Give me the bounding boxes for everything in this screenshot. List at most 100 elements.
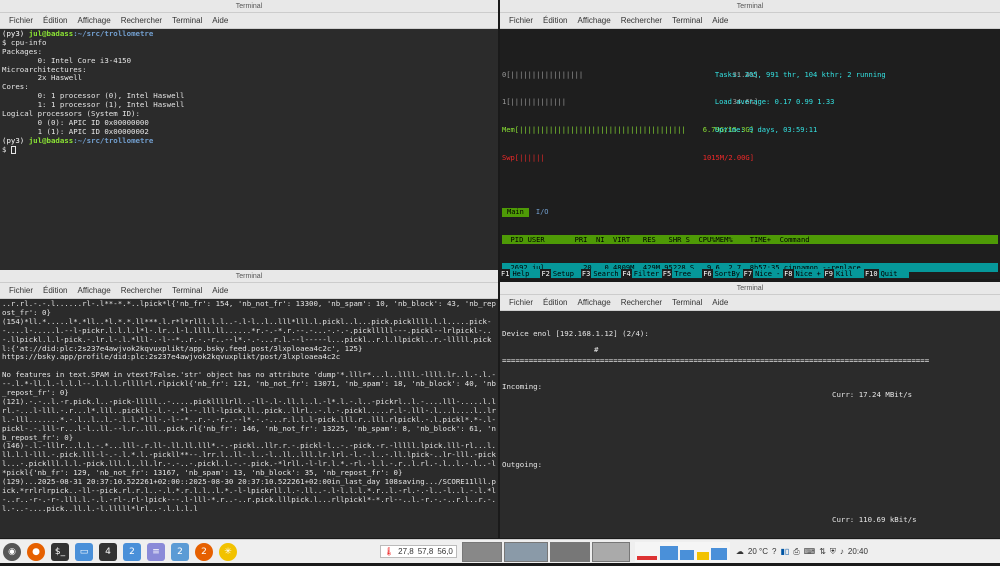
color-picker-icon[interactable]: ✳	[219, 542, 237, 561]
weather-icon[interactable]: ☁	[736, 547, 744, 556]
menu-item-2[interactable]: Affichage	[72, 286, 115, 295]
fkey-f3[interactable]: F3	[580, 268, 592, 278]
terminal-output[interactable]: ..r.rl.-.-.l......rl-.l**-*.*..lpick*l{'…	[0, 299, 498, 537]
terminal-line: Cores:	[2, 83, 29, 92]
clock[interactable]: 20:40	[848, 547, 868, 556]
fkey-label[interactable]: Tree	[672, 268, 703, 278]
fkey-f9[interactable]: F9	[823, 268, 834, 278]
volume-icon[interactable]: ♪	[840, 547, 844, 556]
swap-meter: Swp[|||||| 1015M/2.00G]	[502, 152, 754, 162]
tab-io[interactable]: I/O	[531, 208, 554, 217]
function-key-bar: F1 Help F2 Setup F3 Search F4 Filter F5 Tree F6 Sor…	[500, 268, 1000, 278]
terminal-line: (146)-.l.-lllr...l.l.-.*...lll-.r.ll-.ll…	[2, 441, 496, 478]
terminal-line: ..r.rl.-.-.l......rl-.l**-*.*..lpick*l{'…	[2, 299, 496, 317]
workspace-3[interactable]	[549, 541, 590, 562]
workspace-switcher[interactable]	[461, 541, 631, 562]
terminal-window-top-right[interactable]: Terminal Fichier Édition Affichage Recherch…	[500, 0, 1000, 279]
keyboard-layout-icon[interactable]: ▮▯	[780, 547, 789, 556]
htop-display[interactable]: 0[||||||||||||||||| 31.4%] Tasks: 205, 9…	[500, 29, 1000, 278]
load-info: Load average: 0.17 0.99 1.33	[714, 97, 835, 107]
fkey-label[interactable]: Help	[510, 268, 541, 278]
menu-item-5[interactable]: Aide	[207, 16, 233, 25]
fkey-label[interactable]: Nice +	[793, 268, 824, 278]
incoming-stats: Curr: 17.24 MBit/sAvg: 18.76 MBit/sMin: …	[832, 391, 917, 400]
fkey-f8[interactable]: F8	[783, 268, 794, 278]
fkey-f10[interactable]: F10	[863, 268, 879, 278]
terminal-icon[interactable]: $_	[51, 542, 69, 561]
terminal-line: Packages:	[2, 47, 43, 56]
menu-item-4[interactable]: Terminal	[167, 16, 207, 25]
menu-item-3[interactable]: Rechercher	[616, 298, 667, 307]
question-icon[interactable]: ?	[772, 547, 776, 556]
workspace-2[interactable]	[503, 541, 548, 562]
outgoing-stats: Curr: 110.69 kBit/sAvg: 166.48 kBit/sMin…	[832, 516, 917, 525]
fkey-label[interactable]: Setup	[550, 268, 581, 278]
workspace-value-1: 27,8	[398, 547, 414, 556]
process-table-header: PID USER PRI NI VIRT RES SHR S CPU%MEM% …	[502, 235, 998, 245]
menu-item-3[interactable]: Rechercher	[616, 16, 667, 25]
fkey-label[interactable]: Search	[591, 268, 622, 278]
fkey-f4[interactable]: F4	[621, 268, 632, 278]
menu-item-2[interactable]: Affichage	[72, 16, 115, 25]
fkey-label[interactable]: Kill	[833, 268, 864, 278]
terminal-line: 1: 1 processor (1), Intel Haswell	[2, 101, 185, 110]
firefox-icon[interactable]: ●	[27, 542, 45, 561]
document-icon[interactable]: 2	[171, 542, 189, 561]
menu-item-4[interactable]: Terminal	[667, 16, 707, 25]
menu-item-0[interactable]: Fichier	[4, 16, 38, 25]
menu-bar: Fichier Édition Affichage Rechercher Termina…	[500, 13, 1000, 29]
workspace-1[interactable]	[461, 541, 502, 562]
menu-bar: Fichier Édition Affichage Rechercher Termina…	[0, 283, 498, 299]
fkey-label[interactable]: Filter	[631, 268, 662, 278]
keyboard-icon[interactable]: ⌨	[804, 547, 816, 556]
menu-item-4[interactable]: Terminal	[667, 298, 707, 307]
menu-item-5[interactable]: Aide	[707, 298, 733, 307]
terminal-line: $ cpu-info	[2, 38, 47, 47]
menu-item-2[interactable]: Affichage	[572, 298, 615, 307]
terminal-line: Microarchitectures:	[2, 65, 87, 74]
terminal-line: $	[2, 145, 496, 155]
printer-icon[interactable]: ⎙	[793, 547, 799, 557]
terminal-window-top-left[interactable]: Terminal Fichier Édition Affichage Recherch…	[0, 0, 498, 270]
terminal-window-bottom-right[interactable]: Terminal Fichier Édition Affichage Recherch…	[500, 282, 1000, 538]
menu-item-1[interactable]: Édition	[538, 16, 572, 25]
fkey-f7[interactable]: F7	[742, 268, 754, 278]
text-editor-icon[interactable]: ≡	[147, 542, 165, 561]
workspace-4[interactable]	[591, 541, 630, 562]
folders-icon[interactable]: 2	[123, 542, 141, 561]
menu-item-0[interactable]: Fichier	[504, 16, 538, 25]
menu-icon[interactable]: ◉	[3, 542, 21, 561]
menu-item-5[interactable]: Aide	[207, 286, 233, 295]
shield-icon[interactable]: ⛨	[830, 547, 836, 557]
tab-main[interactable]: Main	[502, 207, 529, 217]
htop-cpu0-row: 0[||||||||||||||||| 31.4%] Tasks: 205, 9…	[502, 70, 998, 79]
menu-item-0[interactable]: Fichier	[4, 286, 38, 295]
fkey-f5[interactable]: F5	[661, 268, 673, 278]
fkey-label[interactable]: Nice -	[753, 268, 784, 278]
firefox-window-icon[interactable]: 2	[195, 542, 213, 561]
menu-item-3[interactable]: Rechercher	[116, 16, 167, 25]
terminal-line: (py3) jul@badass:~/src/trollometre	[2, 30, 154, 38]
fkey-f1[interactable]: F1	[500, 268, 511, 278]
incoming-label: Incoming:	[502, 383, 543, 392]
fkey-label[interactable]: Quit	[878, 268, 909, 278]
files-icon[interactable]: ▭	[75, 542, 93, 561]
terminal-output[interactable]: (py3) jul@badass:~/src/trollometre $ cpu-…	[0, 29, 498, 269]
network-icon[interactable]: ⇅	[819, 547, 826, 556]
menu-item-5[interactable]: Aide	[707, 16, 733, 25]
weather-temp[interactable]: 20 °C	[748, 547, 768, 556]
window-title: Terminal	[0, 0, 498, 13]
terminal-window-bottom-left[interactable]: Terminal Fichier Édition Affichage Recherch…	[0, 270, 498, 538]
nload-display[interactable]: Device enol [192.168.1.12] (2/4): ======…	[500, 311, 1000, 537]
menu-item-2[interactable]: Affichage	[572, 16, 615, 25]
menu-item-1[interactable]: Édition	[38, 286, 72, 295]
fkey-f6[interactable]: F6	[702, 268, 713, 278]
menu-item-1[interactable]: Édition	[38, 16, 72, 25]
fkey-f2[interactable]: F2	[540, 268, 551, 278]
menu-item-3[interactable]: Rechercher	[116, 286, 167, 295]
menu-item-1[interactable]: Édition	[538, 298, 572, 307]
fkey-label[interactable]: SortBy	[712, 268, 743, 278]
menu-item-0[interactable]: Fichier	[504, 298, 538, 307]
terminal-group-icon[interactable]: 4	[99, 542, 117, 561]
menu-item-4[interactable]: Terminal	[167, 286, 207, 295]
